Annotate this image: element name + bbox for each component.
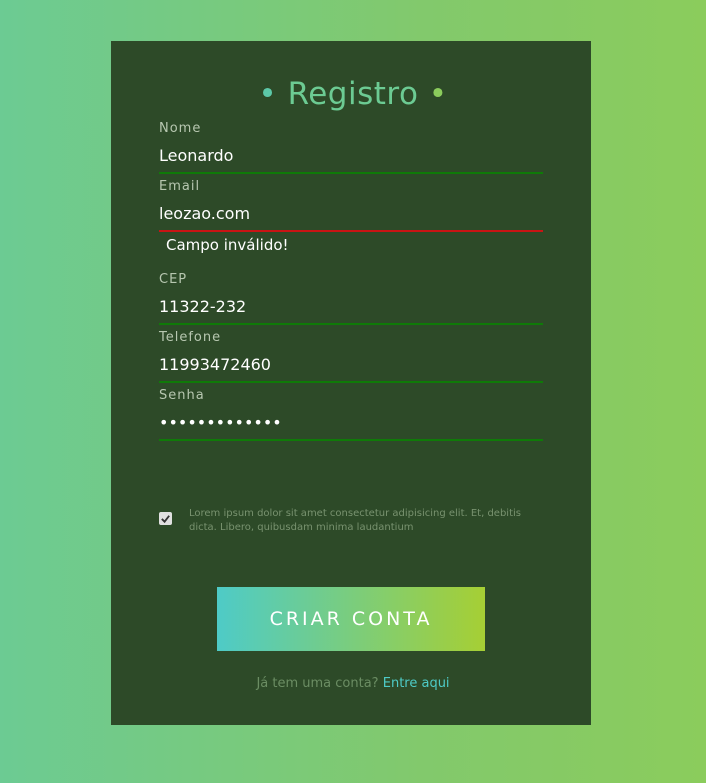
phone-field: Telefone <box>159 330 545 383</box>
cep-input[interactable] <box>159 288 545 323</box>
cep-label: CEP <box>159 272 188 287</box>
phone-label: Telefone <box>159 330 222 345</box>
email-label: Email <box>159 179 201 194</box>
checkmark-icon <box>161 515 170 524</box>
login-prompt-text: Já tem uma conta? <box>256 676 379 691</box>
title-dot-left: • <box>258 76 278 112</box>
phone-input[interactable] <box>159 346 545 381</box>
email-error-message: Campo inválido! <box>166 236 289 254</box>
name-field: Nome <box>159 121 545 174</box>
login-link[interactable]: Entre aqui <box>383 676 450 691</box>
password-input[interactable] <box>159 404 545 439</box>
password-label: Senha <box>159 388 205 403</box>
name-label: Nome <box>159 121 202 136</box>
form-title-text: Registro <box>287 76 419 112</box>
cep-field: CEP <box>159 272 545 325</box>
terms-checkbox[interactable] <box>159 512 172 525</box>
login-prompt: Já tem uma conta? Entre aqui <box>0 676 706 691</box>
password-field: Senha <box>159 388 545 441</box>
title-dot-right: • <box>428 76 448 112</box>
email-field: Email <box>159 179 545 232</box>
terms-text: Lorem ipsum dolor sit amet consectetur a… <box>189 508 521 533</box>
create-account-button[interactable]: CRIAR CONTA <box>217 587 485 651</box>
email-input[interactable] <box>159 195 545 230</box>
name-input[interactable] <box>159 137 545 172</box>
form-title: • Registro • <box>0 76 706 112</box>
